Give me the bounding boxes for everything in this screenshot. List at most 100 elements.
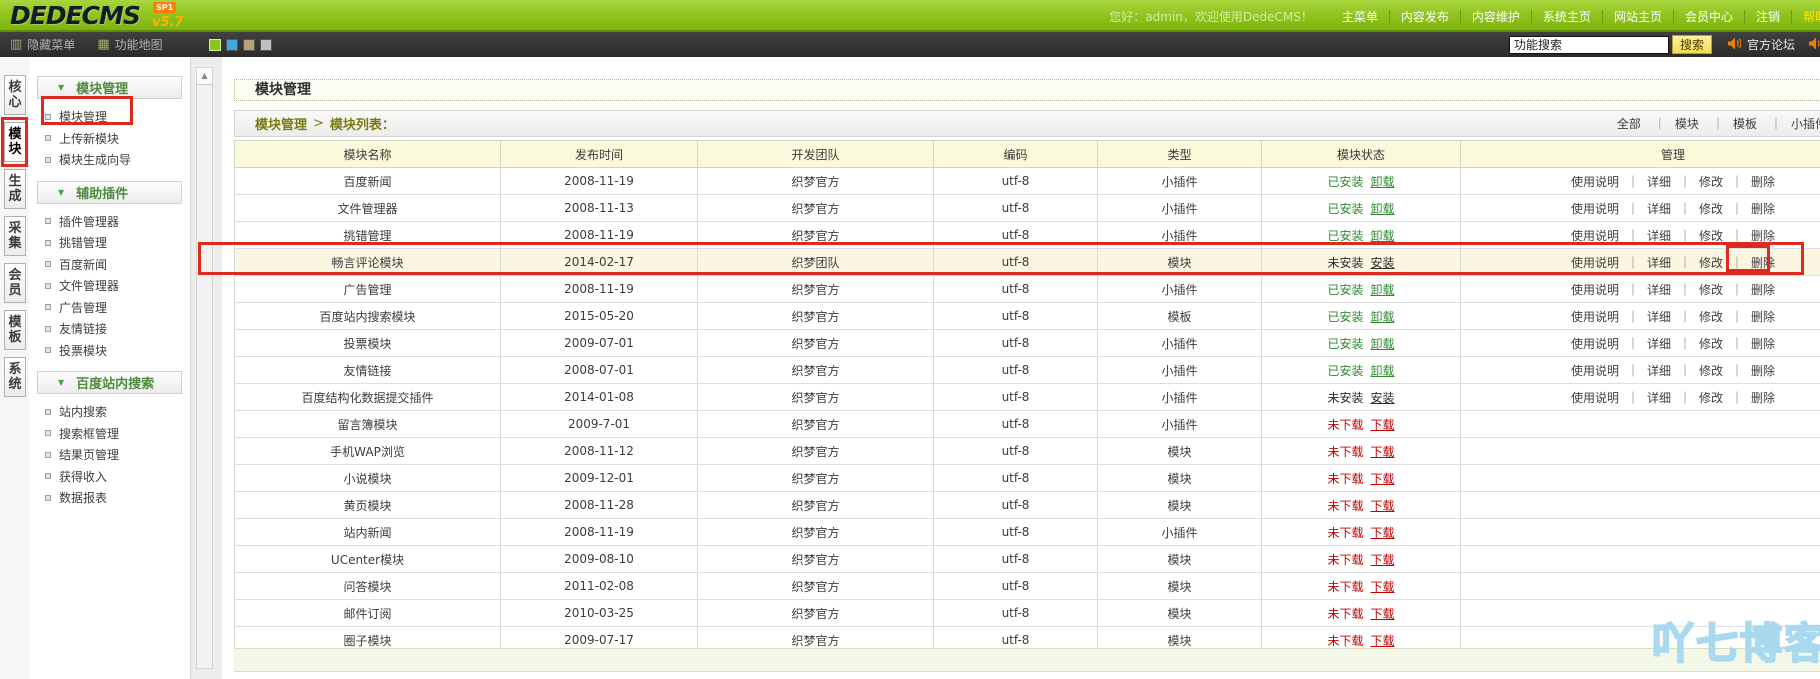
row-action-link[interactable]: 详细: [1619, 391, 1671, 405]
row-action-link[interactable]: 删除: [1723, 202, 1775, 216]
status-action-link[interactable]: 下载: [1371, 445, 1395, 459]
status-action-link[interactable]: 下载: [1371, 634, 1395, 648]
status-action-link[interactable]: 卸载: [1371, 283, 1395, 297]
sidebar-menu-item[interactable]: 模块生成向导: [29, 149, 190, 171]
module-category-tab[interactable]: 系统: [4, 357, 26, 397]
top-nav-link[interactable]: 帮助: [1791, 10, 1820, 24]
sidebar-menu-item[interactable]: 挑错管理: [29, 232, 190, 254]
top-nav-link[interactable]: 会员中心: [1673, 10, 1744, 24]
row-action-link[interactable]: 使用说明: [1571, 175, 1619, 189]
status-action-link[interactable]: 下载: [1371, 526, 1395, 540]
status-action-link[interactable]: 卸载: [1371, 364, 1395, 378]
row-action-link[interactable]: 详细: [1619, 283, 1671, 297]
row-action-link[interactable]: 删除: [1723, 310, 1775, 324]
module-category-tab[interactable]: 模板: [4, 310, 26, 350]
row-action-link[interactable]: 删除: [1723, 391, 1775, 405]
hide-menu-button[interactable]: ▥ 隐藏菜单: [10, 36, 75, 53]
sidebar-menu-item[interactable]: 友情链接: [29, 318, 190, 340]
sidebar-menu-item[interactable]: 搜索框管理: [29, 423, 190, 445]
breadcrumb-parent-link[interactable]: 模块管理: [255, 114, 307, 133]
status-action-link[interactable]: 下载: [1371, 418, 1395, 432]
status-action-link[interactable]: 卸载: [1371, 310, 1395, 324]
official-forum-link[interactable]: 官方论坛: [1747, 36, 1795, 53]
status-action-link[interactable]: 卸载: [1371, 175, 1395, 189]
row-action-link[interactable]: 详细: [1619, 229, 1671, 243]
module-category-tab[interactable]: 采集: [4, 216, 26, 256]
sidebar-menu-item[interactable]: 数据报表: [29, 487, 190, 509]
row-action-link[interactable]: 修改: [1671, 310, 1723, 324]
status-action-link[interactable]: 下载: [1371, 472, 1395, 486]
top-nav-link[interactable]: 主菜单: [1331, 10, 1389, 24]
row-action-link[interactable]: 删除: [1723, 337, 1775, 351]
row-action-link[interactable]: 使用说明: [1571, 229, 1619, 243]
row-action-link[interactable]: 详细: [1619, 364, 1671, 378]
status-action-link[interactable]: 卸载: [1371, 202, 1395, 216]
type-filter-link[interactable]: 全部: [1615, 115, 1643, 132]
sidebar-menu-item[interactable]: 获得收入: [29, 466, 190, 488]
status-action-link[interactable]: 下载: [1371, 607, 1395, 621]
row-action-link[interactable]: 修改: [1671, 283, 1723, 297]
theme-color-swatch[interactable]: [260, 39, 272, 51]
sidebar-group-header[interactable]: ▼ 辅助插件: [37, 181, 182, 204]
row-action-link[interactable]: 修改: [1671, 175, 1723, 189]
row-action-link[interactable]: 修改: [1671, 256, 1723, 270]
row-action-link[interactable]: 修改: [1671, 364, 1723, 378]
row-action-link[interactable]: 使用说明: [1571, 364, 1619, 378]
sidebar-group-header[interactable]: ▼ 模块管理: [37, 76, 182, 99]
scroll-up-arrow[interactable]: ▲: [197, 68, 212, 85]
row-action-link[interactable]: 使用说明: [1571, 256, 1619, 270]
sidebar-menu-item[interactable]: 结果页管理: [29, 444, 190, 466]
status-action-link[interactable]: 卸载: [1371, 229, 1395, 243]
sidebar-menu-item[interactable]: 上传新模块: [29, 128, 190, 150]
sidebar-menu-item[interactable]: 广告管理: [29, 297, 190, 319]
row-action-link[interactable]: 删除: [1723, 175, 1775, 189]
row-action-link[interactable]: 修改: [1671, 391, 1723, 405]
function-map-button[interactable]: ▦ 功能地图: [97, 36, 162, 53]
module-category-tab[interactable]: 核心: [4, 75, 26, 115]
top-nav-link[interactable]: 注销: [1744, 10, 1791, 24]
top-nav-link[interactable]: 网站主页: [1602, 10, 1673, 24]
row-action-link[interactable]: 详细: [1619, 202, 1671, 216]
row-action-link[interactable]: 详细: [1619, 310, 1671, 324]
row-action-link[interactable]: 修改: [1671, 229, 1723, 243]
sidebar-menu-item[interactable]: 投票模块: [29, 340, 190, 362]
row-action-link[interactable]: 使用说明: [1571, 391, 1619, 405]
module-category-tab[interactable]: 模块: [4, 122, 26, 162]
search-button[interactable]: 搜索: [1672, 35, 1712, 54]
theme-color-swatch[interactable]: [209, 39, 221, 51]
theme-color-swatch[interactable]: [243, 39, 255, 51]
status-action-link[interactable]: 下载: [1371, 580, 1395, 594]
sidebar-menu-item[interactable]: 插件管理器: [29, 211, 190, 233]
status-action-link[interactable]: 卸载: [1371, 337, 1395, 351]
module-category-tab[interactable]: 生成: [4, 169, 26, 209]
sidebar-menu-item[interactable]: 站内搜索: [29, 401, 190, 423]
module-category-tab[interactable]: 会员: [4, 263, 26, 303]
top-nav-link[interactable]: 系统主页: [1531, 10, 1602, 24]
theme-color-swatch[interactable]: [226, 39, 238, 51]
status-action-link[interactable]: 安装: [1371, 391, 1395, 405]
row-action-link[interactable]: 修改: [1671, 202, 1723, 216]
row-action-link[interactable]: 使用说明: [1571, 202, 1619, 216]
sidebar-menu-item[interactable]: 文件管理器: [29, 275, 190, 297]
row-action-link[interactable]: 使用说明: [1571, 337, 1619, 351]
status-action-link[interactable]: 安装: [1371, 256, 1395, 270]
top-nav-link[interactable]: 内容维护: [1460, 10, 1531, 24]
menu-scrollbar[interactable]: ▲: [196, 67, 213, 669]
row-action-link[interactable]: 详细: [1619, 175, 1671, 189]
sidebar-menu-item[interactable]: 百度新闻: [29, 254, 190, 276]
sidebar-menu-item[interactable]: 模块管理: [29, 106, 190, 128]
function-search-input[interactable]: [1509, 36, 1669, 54]
status-action-link[interactable]: 下载: [1371, 553, 1395, 567]
type-filter-link[interactable]: 小插件: [1759, 115, 1820, 132]
type-filter-link[interactable]: 模板: [1701, 115, 1759, 132]
sidebar-group-header[interactable]: ▼ 百度站内搜索: [37, 371, 182, 394]
row-action-link[interactable]: 详细: [1619, 337, 1671, 351]
row-action-link[interactable]: 删除: [1723, 256, 1775, 270]
top-nav-link[interactable]: 内容发布: [1389, 10, 1460, 24]
row-action-link[interactable]: 修改: [1671, 337, 1723, 351]
row-action-link[interactable]: 删除: [1723, 364, 1775, 378]
type-filter-link[interactable]: 模块: [1643, 115, 1701, 132]
row-action-link[interactable]: 删除: [1723, 283, 1775, 297]
row-action-link[interactable]: 使用说明: [1571, 283, 1619, 297]
status-action-link[interactable]: 下载: [1371, 499, 1395, 513]
